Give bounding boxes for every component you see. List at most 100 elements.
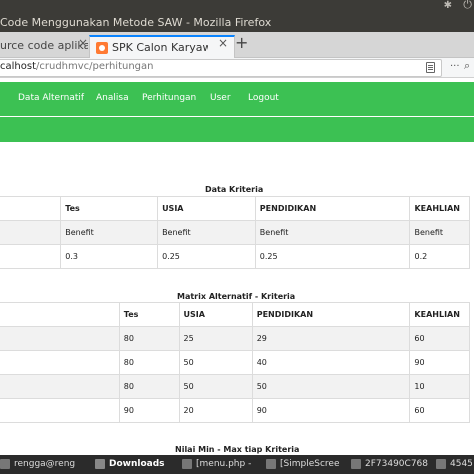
taskbar: rengga@reng Downloads [menu.php - [Simpl… [0, 455, 474, 474]
table-cell: 90 [251, 398, 411, 423]
table-row: 80 50 50 10 [0, 374, 470, 399]
window-titlebar: Code Menggunakan Metode SAW - Mozilla Fi… [0, 0, 474, 32]
table-header-row: Tes USIA PENDIDIKAN KEAHLIAN [0, 196, 470, 221]
screenshot-icon [266, 458, 276, 469]
tab-source-code[interactable]: urce code aplikasi [0, 35, 88, 58]
url-bar[interactable]: calhost/crudhmvc/perhitungan [0, 59, 442, 77]
table-header-cell [0, 302, 120, 327]
table-cell: 50 [178, 350, 253, 375]
table-header-cell: Tes [60, 196, 159, 221]
table-cell [0, 350, 120, 375]
url-text[interactable]: calhost/crudhmvc/perhitungan [0, 61, 154, 72]
window-title: Code Menggunakan Metode SAW - Mozilla Fi… [0, 16, 272, 29]
terminal-icon [351, 458, 361, 469]
table-cell: Benefit [157, 220, 256, 245]
table-cell [0, 374, 120, 399]
taskbar-item-label: [menu.php - [196, 459, 252, 469]
new-tab-icon[interactable]: + [235, 33, 248, 52]
table-cell: 60 [409, 326, 470, 351]
power-icon[interactable]: ⏻ [463, 0, 472, 12]
taskbar-item-label: 4545 [450, 459, 473, 469]
nav-item-logout[interactable]: Logout [248, 93, 279, 103]
taskbar-item-screenshot[interactable]: [SimpleScree [266, 455, 339, 474]
table-header-cell: USIA [178, 302, 253, 327]
tab-label: SPK Calon Karyawan Pad [112, 41, 208, 54]
table-cell [0, 326, 120, 351]
table-cell [0, 220, 62, 245]
table-cell: 50 [178, 374, 253, 399]
tab-spk-calon-karyawan[interactable]: SPK Calon Karyawan Pad [89, 35, 235, 58]
favicon-icon [96, 42, 108, 54]
table-cell: 0.25 [157, 244, 256, 269]
minmax-title: Nilai Min - Max tiap Kriteria [175, 445, 300, 454]
table-cell: 80 [118, 326, 180, 351]
table-header-cell: USIA [157, 196, 256, 221]
table-cell: 90 [409, 350, 470, 375]
header-banner [0, 117, 474, 142]
table-cell: 25 [178, 326, 253, 351]
nav-item-analisa[interactable]: Analisa [96, 93, 129, 103]
table-cell: 29 [251, 326, 411, 351]
table-cell: 40 [251, 350, 411, 375]
table-header-cell: PENDIDIKAN [254, 196, 411, 221]
table-header-cell: PENDIDIKAN [251, 302, 411, 327]
table-cell: 20 [178, 398, 253, 423]
table-cell [0, 244, 62, 269]
more-icon[interactable]: ··· [450, 61, 460, 72]
table-row: 80 50 40 90 [0, 350, 470, 375]
kriteria-table: Tes USIA PENDIDIKAN KEAHLIAN Benefit Ben… [0, 196, 470, 269]
editor-icon [182, 458, 192, 469]
taskbar-item-label: rengga@reng [14, 459, 76, 469]
tab-close-icon[interactable]: × [78, 36, 88, 50]
page-content: Data Alternatif Analisa Perhitungan User… [0, 79, 474, 455]
navigation-bar: calhost/crudhmvc/perhitungan ··· ⌕ [0, 58, 474, 78]
url-path: /crudhmvc/perhitungan [36, 61, 154, 72]
table-cell: 0.3 [60, 244, 159, 269]
table-cell: 80 [118, 350, 180, 375]
table-header-cell: KEAHLIAN [409, 196, 470, 221]
matrix-title: Matrix Alternatif - Kriteria [177, 292, 296, 301]
taskbar-item-app[interactable]: 4545 [436, 455, 473, 474]
table-row: 0.3 0.25 0.25 0.2 [0, 244, 470, 269]
taskbar-item-terminal-2[interactable]: 2F73490C768 [351, 455, 428, 474]
table-cell: 80 [118, 374, 180, 399]
table-cell: 0.2 [409, 244, 470, 269]
tab-close-icon[interactable]: × [218, 36, 228, 50]
table-cell: 90 [118, 398, 180, 423]
nav-item-data-alternatif[interactable]: Data Alternatif [18, 93, 84, 103]
taskbar-item-editor[interactable]: [menu.php - [182, 455, 251, 474]
main-nav: Data Alternatif Analisa Perhitungan User… [0, 82, 474, 116]
bluetooth-icon[interactable]: ✱ [444, 0, 452, 11]
table-row: 80 25 29 60 [0, 326, 470, 351]
nav-item-perhitungan[interactable]: Perhitungan [142, 93, 196, 103]
url-host: calhost [0, 61, 36, 72]
table-cell: 60 [409, 398, 470, 423]
taskbar-item-label: 2F73490C768 [365, 459, 428, 469]
reader-view-icon[interactable] [426, 62, 435, 73]
table-cell: Benefit [60, 220, 159, 245]
table-header-cell [0, 196, 62, 221]
table-cell [0, 398, 120, 423]
table-cell: Benefit [409, 220, 470, 245]
table-header-cell: Tes [118, 302, 180, 327]
matrix-table: Tes USIA PENDIDIKAN KEAHLIAN 80 25 29 60… [0, 302, 470, 423]
table-cell: Benefit [254, 220, 411, 245]
app-icon [436, 458, 446, 469]
table-cell: 10 [409, 374, 470, 399]
kriteria-title: Data Kriteria [205, 185, 264, 194]
taskbar-item-label: [SimpleScree [280, 459, 340, 469]
tab-label: urce code aplikasi [0, 39, 88, 52]
search-icon[interactable]: ⌕ [464, 59, 470, 73]
folder-icon [95, 458, 105, 469]
taskbar-item-label: Downloads [109, 459, 165, 469]
table-cell: 0.25 [254, 244, 411, 269]
table-header-cell: KEAHLIAN [409, 302, 470, 327]
table-row: 90 20 90 60 [0, 398, 470, 423]
terminal-icon [0, 458, 10, 469]
table-row: Benefit Benefit Benefit Benefit [0, 220, 470, 245]
taskbar-item-terminal[interactable]: rengga@reng [0, 455, 75, 474]
nav-item-user[interactable]: User [210, 93, 231, 103]
table-cell: 50 [251, 374, 411, 399]
taskbar-item-downloads[interactable]: Downloads [95, 455, 165, 474]
table-header-row: Tes USIA PENDIDIKAN KEAHLIAN [0, 302, 470, 327]
